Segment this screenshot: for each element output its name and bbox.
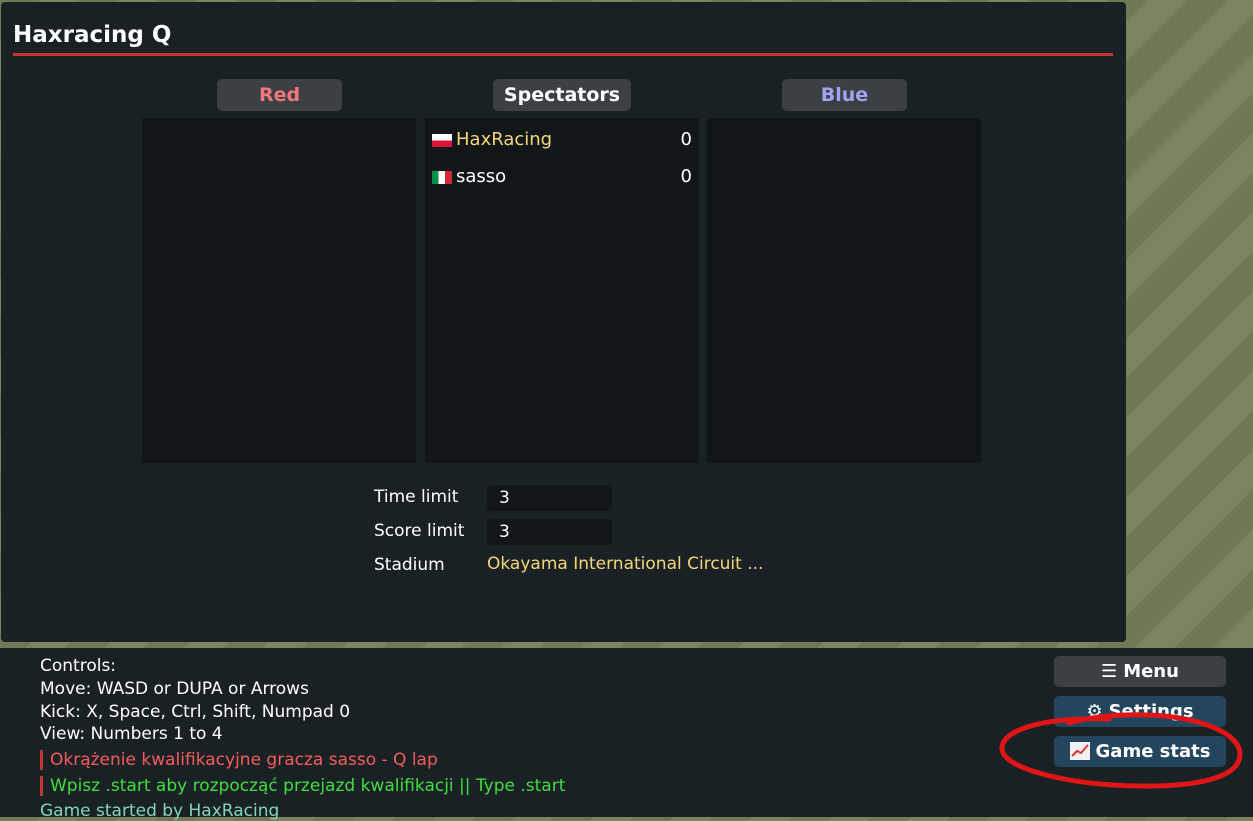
player-score: 0 bbox=[680, 166, 692, 187]
blue-team-button[interactable]: Blue bbox=[782, 79, 907, 111]
player-row[interactable]: sasso 0 bbox=[432, 165, 692, 189]
red-team-list[interactable] bbox=[142, 118, 416, 463]
hamburger-icon: ☰ bbox=[1101, 661, 1118, 682]
pl-flag-icon bbox=[432, 134, 452, 147]
chat-line: Game started by HaxRacing bbox=[40, 801, 280, 821]
menu-label: Menu bbox=[1123, 661, 1179, 682]
player-row[interactable]: HaxRacing 0 bbox=[432, 128, 692, 152]
red-team-button[interactable]: Red bbox=[217, 79, 342, 111]
time-limit-field[interactable]: 3 bbox=[487, 485, 612, 511]
menu-button[interactable]: ☰ Menu bbox=[1054, 656, 1226, 687]
stadium-label: Stadium bbox=[374, 555, 445, 575]
spectators-team-button[interactable]: Spectators bbox=[493, 79, 631, 111]
chat-announcement-red: Okrążenie kwalifikacyjne gracza sasso - … bbox=[40, 750, 438, 770]
chat-line: Controls: bbox=[40, 656, 117, 676]
chat-line: View: Numbers 1 to 4 bbox=[40, 724, 223, 744]
stadium-selector[interactable]: Okayama International Circuit ... bbox=[487, 554, 763, 574]
player-name: HaxRacing bbox=[456, 129, 553, 150]
annotation-circle bbox=[999, 712, 1243, 789]
title-divider bbox=[13, 53, 1113, 56]
time-limit-label: Time limit bbox=[374, 487, 459, 507]
chat-line: Move: WASD or DUPA or Arrows bbox=[40, 679, 309, 699]
it-flag-icon bbox=[432, 171, 452, 184]
player-name: sasso bbox=[456, 166, 507, 187]
room-title: Haxracing Q bbox=[13, 22, 172, 48]
chat-announcement-green: Wpisz .start aby rozpocząć przejazd kwal… bbox=[40, 776, 565, 796]
player-score: 0 bbox=[680, 129, 692, 150]
blue-team-list[interactable] bbox=[707, 118, 981, 463]
score-limit-field[interactable]: 3 bbox=[487, 519, 612, 545]
spectators-list[interactable]: HaxRacing 0 sasso 0 bbox=[425, 118, 699, 463]
chat-line: Kick: X, Space, Ctrl, Shift, Numpad 0 bbox=[40, 702, 351, 722]
score-limit-label: Score limit bbox=[374, 521, 465, 541]
